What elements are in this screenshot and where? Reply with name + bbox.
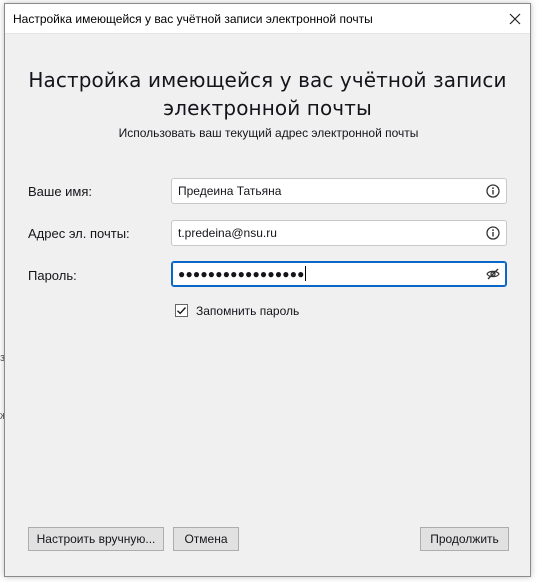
window-title: Настройка имеющейся у вас учётной записи… bbox=[13, 12, 373, 26]
email-value: t.predeina@nsu.ru bbox=[178, 226, 277, 240]
continue-button[interactable]: Продолжить bbox=[420, 527, 509, 551]
name-label: Ваше имя: bbox=[28, 184, 93, 199]
password-label: Пароль: bbox=[28, 268, 77, 283]
remember-password-checkbox[interactable] bbox=[175, 304, 188, 317]
cancel-button[interactable]: Отмена bbox=[173, 527, 239, 551]
email-label: Адрес эл. почты: bbox=[28, 226, 130, 241]
info-icon[interactable] bbox=[486, 184, 500, 198]
remember-password-label[interactable]: Запомнить пароль bbox=[196, 304, 299, 318]
page-title-line1: Настройка имеющейся у вас учётной записи bbox=[28, 68, 507, 92]
manual-config-button[interactable]: Настроить вручную... bbox=[28, 527, 164, 551]
password-value: ●●●●●●●●●●●●●●●●● bbox=[178, 266, 306, 281]
eye-slash-icon[interactable] bbox=[486, 267, 500, 281]
page-title-line2: электронной почты bbox=[163, 96, 372, 120]
email-field[interactable]: t.predeina@nsu.ru bbox=[171, 220, 507, 246]
close-icon bbox=[509, 13, 521, 24]
account-setup-dialog: Настройка имеющейся у вас учётной записи… bbox=[4, 3, 531, 577]
info-icon[interactable] bbox=[486, 226, 500, 240]
password-field[interactable]: ●●●●●●●●●●●●●●●●● bbox=[171, 261, 507, 287]
close-button[interactable] bbox=[500, 4, 530, 33]
title-bar: Настройка имеющейся у вас учётной записи… bbox=[5, 4, 530, 34]
page-title: Настройка имеющейся у вас учётной записи… bbox=[25, 66, 510, 122]
name-field[interactable]: Предеина Татьяна bbox=[171, 178, 507, 204]
name-value: Предеина Татьяна bbox=[178, 184, 282, 198]
page-subtitle: Использовать ваш текущий адрес электронн… bbox=[118, 126, 419, 140]
checkmark-icon bbox=[177, 307, 187, 315]
